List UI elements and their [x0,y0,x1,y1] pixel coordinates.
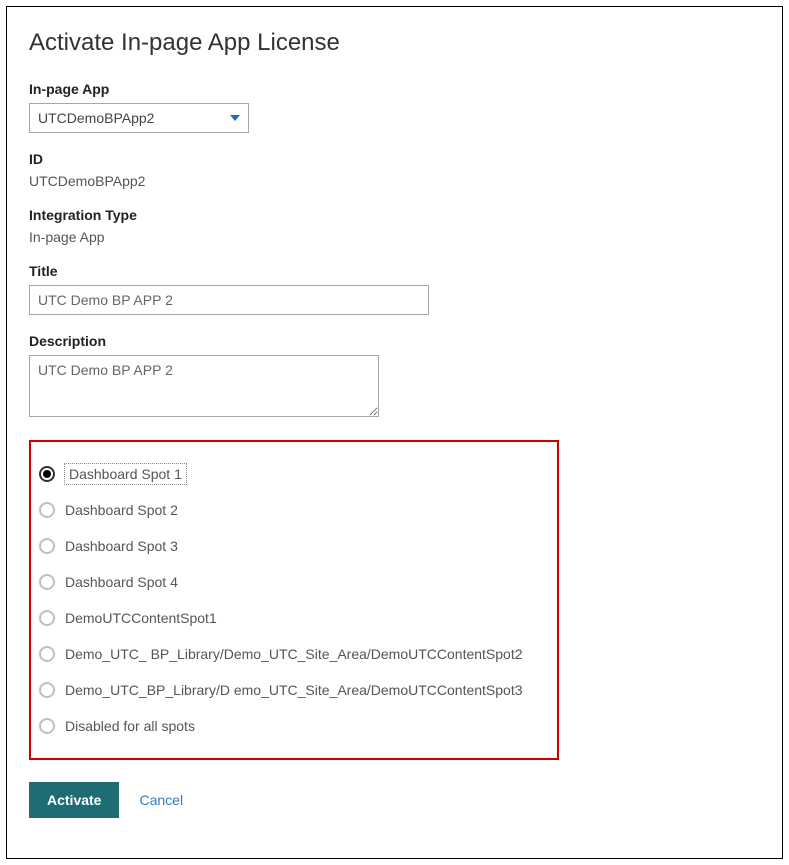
field-id: ID UTCDemoBPApp2 [29,151,760,189]
radio-option[interactable]: Dashboard Spot 4 [39,564,545,600]
activate-button[interactable]: Activate [29,782,119,818]
cancel-link[interactable]: Cancel [139,792,183,808]
radio-option[interactable]: DemoUTCContentSpot1 [39,600,545,636]
title-input[interactable] [29,285,429,315]
page-title: Activate In-page App License [29,29,760,57]
radio-label: Demo_UTC_ BP_Library/Demo_UTC_Site_Area/… [65,646,523,662]
radio-label: Dashboard Spot 2 [65,502,178,518]
radio-option[interactable]: Dashboard Spot 2 [39,492,545,528]
radio-option[interactable]: Demo_UTC_ BP_Library/Demo_UTC_Site_Area/… [39,636,545,672]
radio-icon [39,466,55,482]
radio-label: DemoUTCContentSpot1 [65,610,217,626]
field-inpage-app: In-page App UTCDemoBPApp2 [29,81,760,133]
radio-icon [39,646,55,662]
description-label: Description [29,333,760,349]
radio-icon [39,574,55,590]
button-row: Activate Cancel [29,782,760,818]
radio-label: Disabled for all spots [65,718,195,734]
radio-label: Dashboard Spot 1 [65,464,186,484]
inpage-app-label: In-page App [29,81,760,97]
radio-icon [39,718,55,734]
field-integration-type: Integration Type In-page App [29,207,760,245]
inpage-app-dropdown[interactable]: UTCDemoBPApp2 [29,103,249,133]
radio-option[interactable]: Disabled for all spots [39,708,545,744]
spot-radio-group: Dashboard Spot 1 Dashboard Spot 2 Dashboar… [29,440,559,760]
radio-icon [39,610,55,626]
radio-label: Demo_UTC_BP_Library/D emo_UTC_Site_Area/… [65,682,523,698]
radio-icon [39,682,55,698]
radio-label: Dashboard Spot 3 [65,538,178,554]
radio-icon [39,502,55,518]
integration-type-label: Integration Type [29,207,760,223]
title-label: Title [29,263,760,279]
radio-label: Dashboard Spot 4 [65,574,178,590]
radio-icon [39,538,55,554]
id-label: ID [29,151,760,167]
id-value: UTCDemoBPApp2 [29,173,760,189]
radio-option[interactable]: Dashboard Spot 3 [39,528,545,564]
radio-option[interactable]: Dashboard Spot 1 [39,456,545,492]
field-description: Description [29,333,760,422]
field-title: Title [29,263,760,315]
integration-type-value: In-page App [29,229,760,245]
activate-license-panel: Activate In-page App License In-page App… [6,6,783,859]
inpage-app-dropdown-value: UTCDemoBPApp2 [38,110,154,126]
description-textarea[interactable] [29,355,379,417]
chevron-down-icon [230,115,240,121]
radio-option[interactable]: Demo_UTC_BP_Library/D emo_UTC_Site_Area/… [39,672,545,708]
